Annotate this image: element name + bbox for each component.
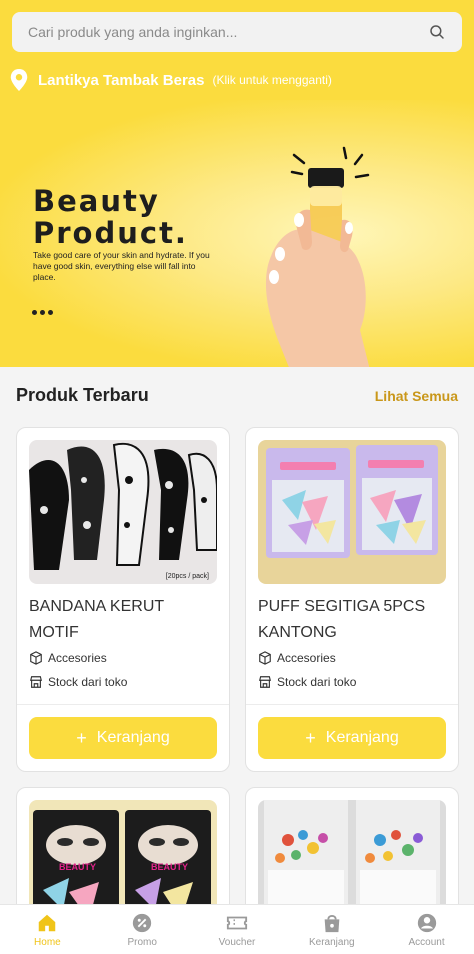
location-hint[interactable]: (Klik untuk mengganti)	[212, 73, 331, 87]
section-header: Produk Terbaru Lihat Semua	[16, 385, 458, 406]
promo-banner[interactable]: Beauty Product. Take good care of your s…	[0, 100, 474, 367]
plus-icon: +	[76, 727, 87, 748]
product-category: Accesories	[17, 646, 229, 670]
card-footer: + Keranjang	[17, 704, 229, 771]
promo-icon	[133, 913, 152, 932]
product-name[interactable]: BANDANA KERUT MOTIF	[17, 584, 229, 646]
bag-icon	[324, 914, 340, 932]
voucher-icon	[226, 916, 248, 929]
location-name[interactable]: Lantikya Tambak Beras	[38, 72, 204, 89]
tab-keranjang[interactable]: Keranjang	[284, 905, 379, 954]
home-icon	[39, 914, 56, 931]
product-image[interactable]: [20pcs / pack]	[29, 440, 217, 584]
search-icon[interactable]	[428, 23, 446, 41]
puff-package-image	[266, 445, 438, 558]
banner-title: Beauty Product.	[33, 184, 188, 250]
bandana-image	[29, 442, 217, 570]
plus-icon: +	[305, 727, 316, 748]
add-to-cart-button[interactable]: + Keranjang	[29, 717, 217, 759]
box-icon	[259, 651, 271, 665]
location-selector[interactable]: Lantikya Tambak Beras (Klik untuk mengga…	[8, 66, 332, 94]
product-card[interactable]: PUFF SEGITIGA 5PCS KANTONG Accesories St…	[245, 427, 459, 772]
hand-holding-bottle-image	[265, 146, 370, 367]
card-footer: + Keranjang	[246, 704, 458, 771]
product-card[interactable]: [20pcs / pack] BANDANA KERUT MOTIF Acces…	[16, 427, 230, 772]
add-to-cart-button[interactable]: + Keranjang	[258, 717, 446, 759]
tab-home[interactable]: Home	[0, 905, 95, 954]
product-pack-tag: [20pcs / pack]	[165, 573, 209, 580]
svg-text:BEAUTY: BEAUTY	[151, 862, 188, 872]
box-icon	[30, 651, 42, 665]
product-name[interactable]: PUFF SEGITIGA 5PCS KANTONG	[246, 584, 458, 646]
tab-promo[interactable]: Promo	[95, 905, 190, 954]
search-input[interactable]: Cari produk yang anda inginkan...	[28, 24, 428, 40]
store-icon	[259, 676, 271, 688]
product-image[interactable]	[258, 440, 446, 584]
product-stock: Stock dari toko	[17, 670, 229, 694]
svg-text:BEAUTY: BEAUTY	[59, 862, 96, 872]
store-icon	[30, 676, 42, 688]
product-category: Accesories	[246, 646, 458, 670]
account-icon	[417, 913, 436, 932]
see-all-link[interactable]: Lihat Semua	[375, 388, 458, 404]
banner-dots-icon	[32, 310, 53, 315]
product-stock: Stock dari toko	[246, 670, 458, 694]
header: Cari produk yang anda inginkan... Lantik…	[0, 0, 474, 100]
banner-subtitle: Take good care of your skin and hydrate.…	[33, 250, 210, 282]
tab-account[interactable]: Account	[379, 905, 474, 954]
search-bar[interactable]: Cari produk yang anda inginkan...	[12, 12, 462, 52]
bottom-nav: Home Promo Voucher Keranjang Account	[0, 904, 474, 954]
location-pin-icon	[10, 69, 28, 91]
tab-voucher[interactable]: Voucher	[190, 905, 285, 954]
section-title: Produk Terbaru	[16, 385, 149, 405]
